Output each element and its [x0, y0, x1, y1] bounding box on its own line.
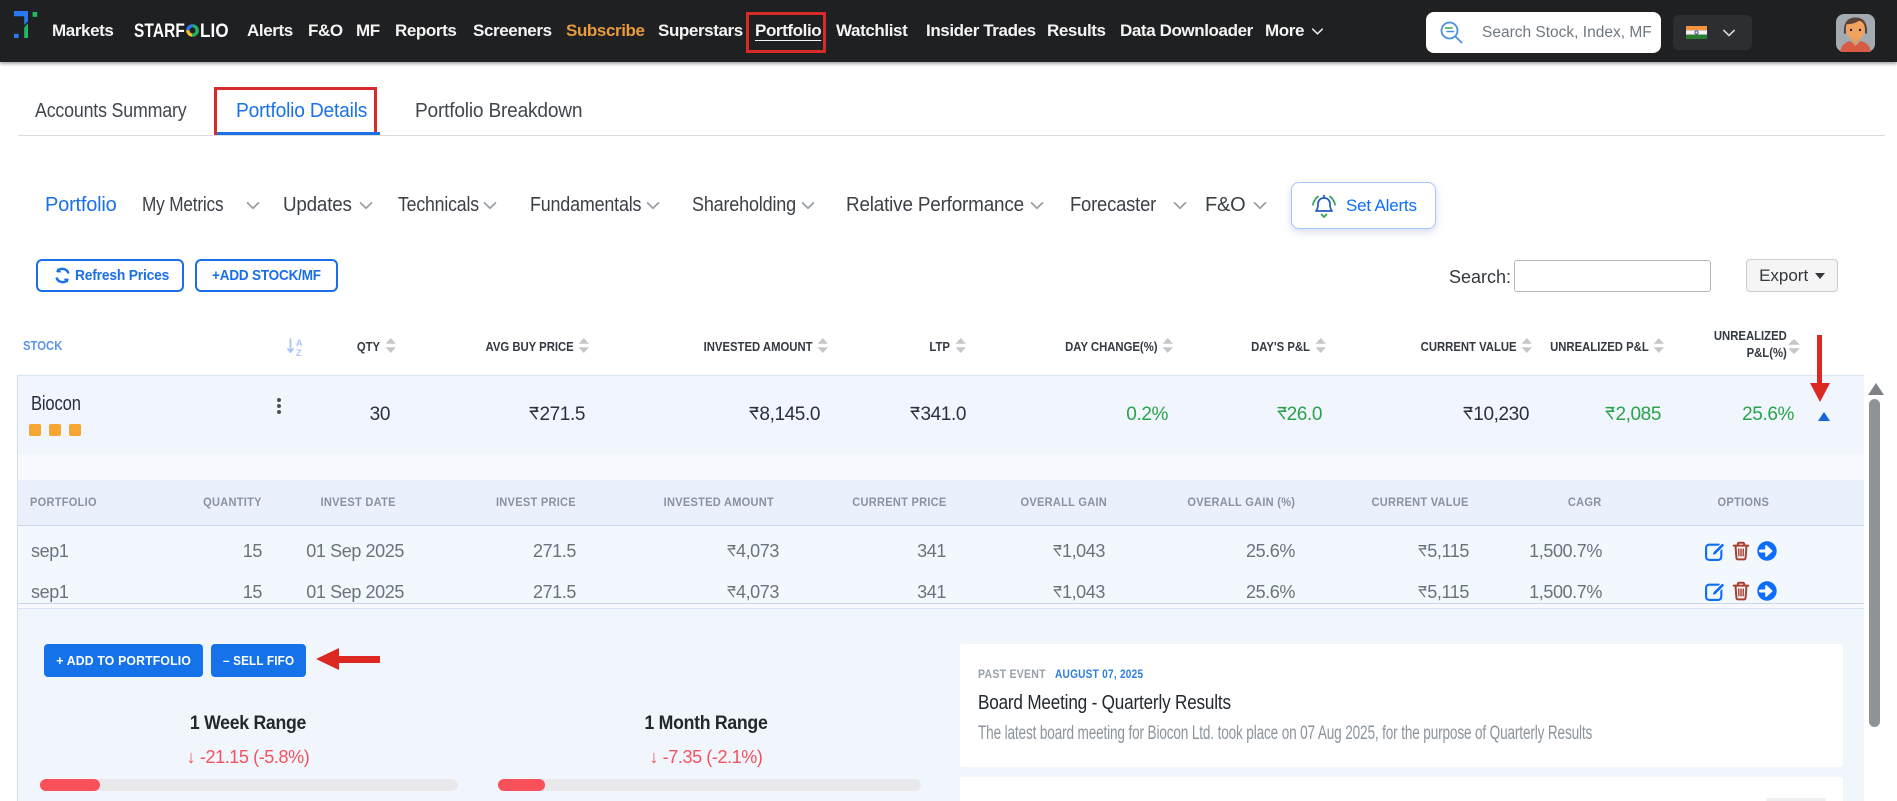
svg-text:Z: Z	[296, 348, 302, 357]
svg-text:A: A	[296, 338, 303, 348]
